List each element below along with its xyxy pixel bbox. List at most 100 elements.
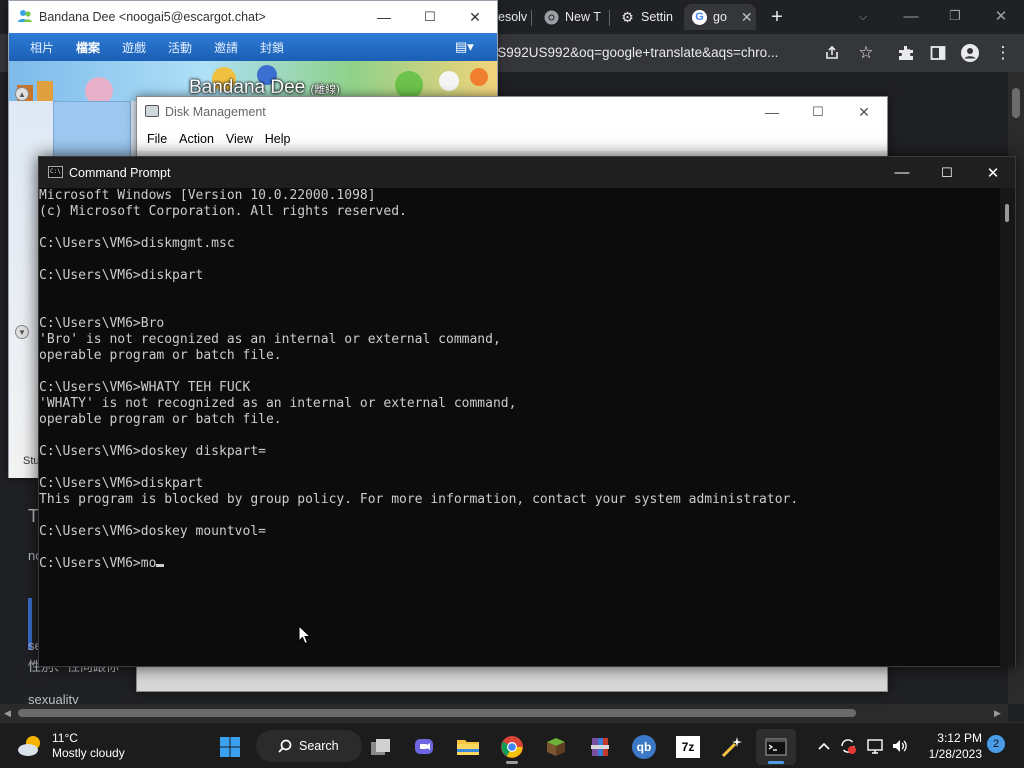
cmd-maximize-icon[interactable]: ☐ <box>924 157 970 188</box>
tab-google[interactable]: G go ✕ <box>684 4 756 30</box>
weather-widget[interactable]: 11°C Mostly cloudy <box>16 731 125 761</box>
magic-wand-app-button[interactable] <box>712 729 752 765</box>
tab-label: New T <box>565 10 601 24</box>
cmd-close-icon[interactable]: ✕ <box>970 157 1016 188</box>
file-explorer-icon <box>457 740 479 755</box>
menu-view[interactable]: View <box>220 132 259 146</box>
messenger-minimize-icon[interactable]: — <box>361 1 407 33</box>
menu-invite[interactable]: 邀請 <box>203 39 249 56</box>
task-view-icon <box>371 739 390 755</box>
messenger-menubar: 相片 檔案 遊戲 活動 邀請 封鎖 ▤▾ <box>9 33 497 61</box>
menu-games[interactable]: 遊戲 <box>111 39 157 56</box>
messenger-buddy-icon <box>18 10 32 22</box>
scrollbar-thumb[interactable] <box>1012 88 1020 118</box>
console-line: operable program or batch file. <box>39 348 282 363</box>
messenger-titlebar[interactable]: Bandana Dee <noogai5@escargot.chat> — ☐ … <box>9 1 497 33</box>
teams-chat-button[interactable] <box>404 729 444 765</box>
disk-maximize-icon[interactable]: ☐ <box>795 97 841 127</box>
scroll-up-icon[interactable]: ▲ <box>15 87 29 101</box>
address-bar[interactable]: nUS992US992&oq=google+translate&aqs=chro… <box>480 39 835 67</box>
disk-minimize-icon[interactable]: — <box>749 97 795 127</box>
chrome-minimize-icon[interactable]: — <box>896 4 926 28</box>
chrome-taskbar-button[interactable] <box>492 729 532 765</box>
minecraft-icon <box>547 738 565 756</box>
qbittorrent-icon: qb <box>632 735 656 759</box>
chrome-menu-icon[interactable]: ⋮ <box>993 43 1013 63</box>
tab-separator <box>531 10 532 26</box>
messenger-close-icon[interactable]: ✕ <box>452 1 498 33</box>
7zip-icon: 7z <box>676 736 700 758</box>
minecraft-button[interactable] <box>536 729 576 765</box>
task-view-button[interactable] <box>361 729 401 765</box>
disk-management-icon <box>145 105 159 117</box>
taskbar-search[interactable]: Search <box>256 730 362 762</box>
network-icon[interactable] <box>864 735 886 757</box>
7zip-button[interactable]: 7z <box>668 729 708 765</box>
console-line: operable program or batch file. <box>39 412 282 427</box>
contact-avatar[interactable] <box>53 101 131 161</box>
scrollbar-thumb[interactable] <box>1005 204 1009 222</box>
tab-new-tab[interactable]: New T <box>536 4 608 30</box>
sync-error-icon[interactable] <box>837 735 859 757</box>
tab-search-chevron-icon[interactable]: ⌵ <box>850 6 876 28</box>
menu-block[interactable]: 封鎖 <box>249 39 295 56</box>
chrome-close-icon[interactable]: ✕ <box>986 4 1016 28</box>
profile-avatar-icon[interactable] <box>960 43 980 63</box>
clock-time: 3:12 PM <box>937 731 982 745</box>
messenger-maximize-icon[interactable]: ☐ <box>407 1 453 33</box>
terminal-button[interactable] <box>756 729 796 765</box>
menu-action[interactable]: Action <box>173 132 220 146</box>
messenger-options-icon[interactable]: ▤▾ <box>455 39 474 55</box>
system-clock[interactable]: 3:12 PM 1/28/2023 <box>920 730 982 762</box>
cmd-titlebar[interactable]: C:\ Command Prompt — ☐ ✕ <box>39 157 1015 188</box>
disk-close-icon[interactable]: ✕ <box>841 97 887 127</box>
scroll-left-icon[interactable]: ◀ <box>4 708 11 719</box>
file-explorer-button[interactable] <box>448 729 488 765</box>
close-tab-icon[interactable]: ✕ <box>741 9 753 26</box>
console-line: C:\Users\VM6>diskmgmt.msc <box>39 236 235 251</box>
scroll-right-icon[interactable]: ▶ <box>994 708 1001 719</box>
start-button[interactable] <box>210 729 250 765</box>
cmd-icon: C:\ <box>48 166 63 178</box>
volume-icon[interactable] <box>889 735 911 757</box>
new-tab-button[interactable]: + <box>764 6 790 28</box>
magic-wand-app-icon <box>721 737 742 758</box>
mouse-pointer-icon <box>298 625 312 645</box>
menu-help[interactable]: Help <box>259 132 297 146</box>
menu-activities[interactable]: 活動 <box>157 39 203 56</box>
scroll-down-icon[interactable]: ▼ <box>15 325 29 339</box>
tab-label: go <box>713 10 727 24</box>
show-hidden-icons-chevron-icon[interactable] <box>813 735 835 757</box>
console-output[interactable]: Microsoft Windows [Version 10.0.22000.10… <box>39 188 1001 667</box>
cmd-scrollbar[interactable] <box>1000 188 1015 667</box>
bookmark-star-icon[interactable]: ☆ <box>856 43 876 63</box>
cmd-minimize-icon[interactable]: — <box>879 157 925 188</box>
winrar-button[interactable] <box>580 729 620 765</box>
search-label: Search <box>299 739 339 753</box>
qbittorrent-button[interactable]: qb <box>624 729 664 765</box>
share-icon[interactable] <box>822 43 842 63</box>
terminal-icon <box>765 738 787 756</box>
console-line: (c) Microsoft Corporation. All rights re… <box>39 204 407 219</box>
extensions-icon[interactable] <box>896 43 916 63</box>
disk-management-titlebar[interactable]: Disk Management — ☐ ✕ <box>137 97 887 127</box>
chrome-restore-icon[interactable]: ❐ <box>940 4 970 28</box>
console-line: Microsoft Windows [Version 10.0.22000.10… <box>39 188 376 203</box>
menu-photos[interactable]: 相片 <box>19 39 65 56</box>
scrollbar-thumb[interactable] <box>18 709 856 717</box>
console-line: 'Bro' is not recognized as an internal o… <box>39 332 501 347</box>
weather-temperature: 11°C <box>52 731 78 745</box>
search-icon <box>278 739 292 753</box>
notification-badge[interactable]: 2 <box>987 735 1005 753</box>
page-horizontal-scrollbar[interactable]: ◀ ▶ <box>0 704 1008 722</box>
tab-settings[interactable]: ⚙ Settin <box>612 4 684 30</box>
console-line: C:\Users\VM6>doskey diskpart= <box>39 444 266 459</box>
menu-files[interactable]: 檔案 <box>65 39 111 56</box>
side-panel-icon[interactable] <box>928 43 948 63</box>
menu-file[interactable]: File <box>141 132 173 146</box>
google-icon: G <box>692 9 707 25</box>
